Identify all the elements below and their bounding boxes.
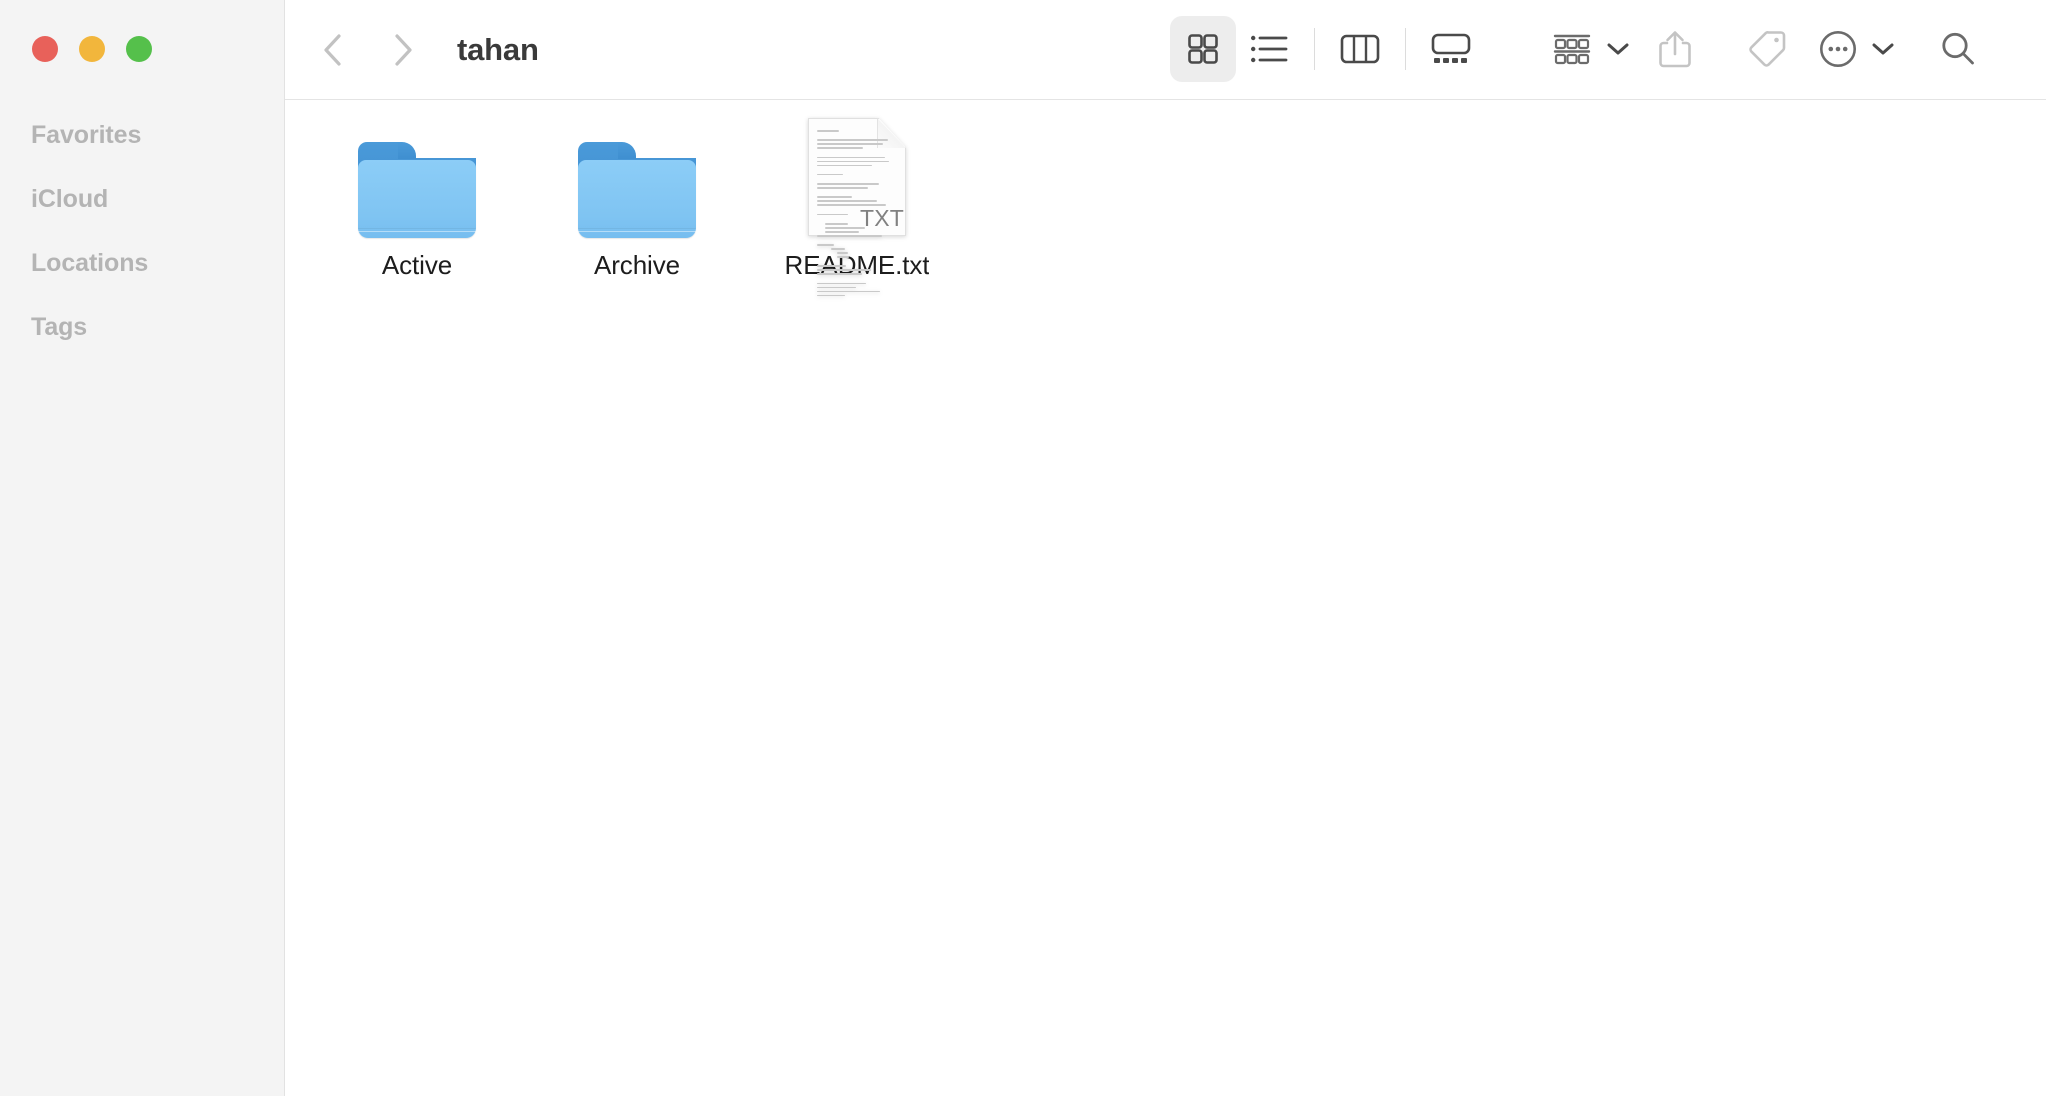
sidebar-sections: Favorites iCloud Locations Tags — [0, 103, 285, 359]
chevron-right-icon — [395, 34, 412, 66]
group-by-button[interactable] — [1546, 16, 1598, 82]
sidebar: Favorites iCloud Locations Tags — [0, 0, 285, 1096]
sidebar-section-locations[interactable]: Locations — [0, 231, 285, 295]
toolbar-actions — [1546, 16, 2022, 82]
close-button[interactable] — [32, 36, 58, 62]
toolbar-divider — [1314, 28, 1315, 70]
file-item-archive[interactable]: Archive — [527, 118, 747, 303]
column-view-button[interactable] — [1327, 16, 1393, 82]
file-label: Active — [381, 251, 453, 280]
share-icon — [1659, 31, 1691, 68]
icon-container: TXT — [791, 118, 923, 297]
document-extension-label: TXT — [859, 205, 904, 231]
view-mode-group — [1170, 16, 1484, 82]
file-item-active[interactable]: Active — [307, 118, 527, 303]
group-icon — [1553, 34, 1591, 65]
sidebar-section-label: Locations — [31, 248, 149, 277]
sidebar-section-label: iCloud — [31, 184, 109, 213]
toolbar: tahan — [285, 0, 2046, 100]
sidebar-section-favorites[interactable]: Favorites — [0, 103, 285, 167]
folder-front-panel — [358, 160, 476, 238]
toolbar-divider — [1405, 28, 1406, 70]
sidebar-section-tags[interactable]: Tags — [0, 295, 285, 359]
list-view-button[interactable] — [1236, 16, 1302, 82]
traffic-light-buttons — [32, 36, 152, 62]
folder-icon — [358, 142, 476, 238]
window-title: tahan — [457, 32, 539, 67]
minimize-button[interactable] — [79, 36, 105, 62]
columns-icon — [1340, 34, 1380, 64]
sidebar-section-label: Favorites — [31, 120, 142, 149]
gallery-view-button[interactable] — [1418, 16, 1484, 82]
chevron-down-icon — [1607, 43, 1629, 55]
list-icon — [1251, 35, 1288, 63]
main-area: tahan Active Archive TXT README.txt — [285, 0, 2046, 1096]
finder-window: Favorites iCloud Locations Tags tahan Ac… — [0, 0, 2046, 1096]
file-grid[interactable]: Active Archive TXT README.txt — [285, 100, 2046, 1096]
folder-icon — [578, 142, 696, 238]
more-chevron[interactable] — [1872, 42, 1894, 56]
sidebar-section-icloud[interactable]: iCloud — [0, 167, 285, 231]
tags-button[interactable] — [1721, 16, 1813, 82]
tag-icon — [1749, 31, 1786, 67]
file-label: Archive — [594, 251, 680, 280]
icon-view-button[interactable] — [1170, 16, 1236, 82]
more-button[interactable] — [1813, 16, 1863, 82]
grid-icon — [1188, 34, 1218, 64]
icon-container — [571, 118, 703, 238]
search-icon — [1942, 32, 1974, 65]
gallery-icon — [1431, 33, 1471, 63]
chevron-left-icon — [324, 34, 341, 66]
icon-container — [351, 118, 483, 238]
chevron-down-icon — [1872, 43, 1894, 55]
back-button[interactable] — [309, 26, 357, 74]
file-item-readme[interactable]: TXT README.txt — [747, 118, 967, 303]
text-document-icon: TXT — [808, 118, 906, 297]
folder-front-panel — [578, 160, 696, 238]
sidebar-section-label: Tags — [31, 312, 88, 341]
forward-button[interactable] — [379, 26, 427, 74]
ellipsis-circle-icon — [1819, 30, 1857, 68]
zoom-button[interactable] — [126, 36, 152, 62]
search-button[interactable] — [1894, 16, 2022, 82]
group-by-chevron[interactable] — [1607, 42, 1629, 56]
share-button[interactable] — [1629, 16, 1721, 82]
